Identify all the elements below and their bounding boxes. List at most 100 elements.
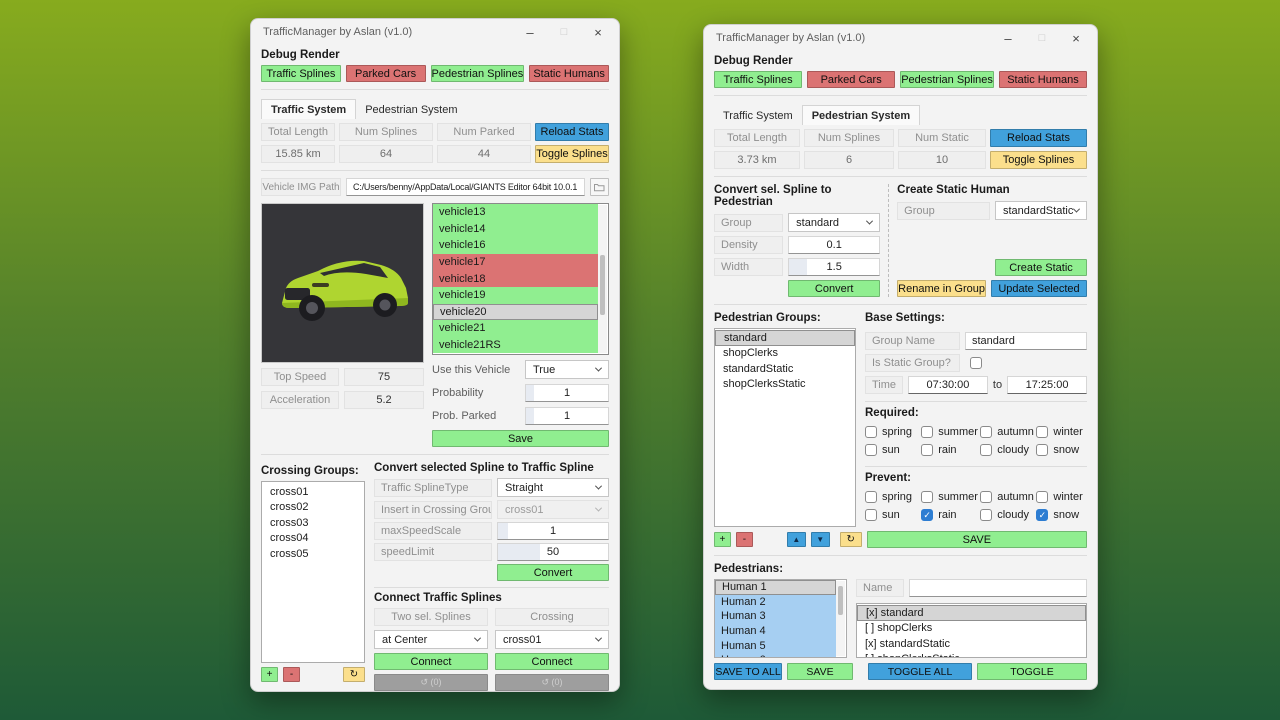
checkbox-box[interactable]: [921, 444, 933, 456]
save-vehicle-button[interactable]: Save: [432, 430, 609, 447]
pedestrian-name-field[interactable]: [909, 579, 1087, 597]
close-button[interactable]: ×: [581, 21, 615, 43]
checkbox-box[interactable]: [1036, 491, 1048, 503]
spline-type-dropdown[interactable]: Straight: [497, 478, 609, 497]
connect-crossing-dropdown[interactable]: cross01: [495, 630, 609, 649]
refresh-crossing-groups-button[interactable]: ↻: [343, 667, 365, 682]
debug-toggle-button[interactable]: Pedestrian Splines: [431, 65, 525, 82]
debug-toggle-button[interactable]: Parked Cars: [807, 71, 895, 88]
crossing-group-item[interactable]: cross03: [262, 515, 364, 531]
pedestrian-groups-listbox[interactable]: standardshopClerksstandardStaticshopCler…: [714, 328, 856, 527]
group-name-field[interactable]: standard: [965, 332, 1087, 350]
max-speed-scale-field[interactable]: 1: [497, 522, 609, 540]
pedestrian-list-item[interactable]: Human 1: [715, 580, 836, 595]
membership-item[interactable]: [ ] shopClerksStatic: [857, 652, 1086, 659]
remove-group-button[interactable]: -: [736, 532, 753, 547]
checkbox-item[interactable]: winter: [1036, 426, 1087, 438]
vehicle-list-item[interactable]: vehicle17: [433, 254, 598, 271]
maximize-button[interactable]: □: [1025, 27, 1059, 49]
refresh-groups-button[interactable]: ↻: [840, 532, 862, 547]
membership-item[interactable]: [x] standard: [857, 605, 1086, 621]
save-group-button[interactable]: SAVE: [867, 531, 1087, 548]
static-group-dropdown[interactable]: standardStatic: [995, 201, 1087, 220]
tab-pedestrian-system[interactable]: Pedestrian System: [356, 100, 466, 119]
is-static-group-checkbox[interactable]: [970, 357, 982, 369]
connect-splines-button[interactable]: Connect: [374, 653, 488, 670]
tab-traffic-system[interactable]: Traffic System: [261, 99, 356, 119]
use-vehicle-dropdown[interactable]: True: [525, 360, 609, 379]
vehicle-list-item[interactable]: vehicle21RS: [433, 337, 598, 354]
vehicle-list-item[interactable]: vehicle16: [433, 237, 598, 254]
checkbox-item[interactable]: spring: [865, 426, 921, 438]
connect-crossing-button[interactable]: Connect: [495, 653, 609, 670]
checkbox-item[interactable]: summer: [921, 426, 980, 438]
speed-limit-field[interactable]: 50: [497, 543, 609, 561]
toggle-button[interactable]: TOGGLE: [977, 663, 1087, 680]
vehicle-list-scrollbar[interactable]: [598, 205, 607, 353]
debug-toggle-button[interactable]: Traffic Splines: [714, 71, 802, 88]
vehicle-list-item[interactable]: vehicle14: [433, 221, 598, 238]
checkbox-box[interactable]: [921, 426, 933, 438]
update-selected-button[interactable]: Update Selected: [991, 280, 1087, 297]
create-static-button[interactable]: Create Static: [995, 259, 1087, 276]
checkbox-box[interactable]: [865, 509, 877, 521]
pedestrian-group-item[interactable]: standard: [715, 330, 855, 346]
vehicle-img-path-field[interactable]: C:/Users/benny/AppData/Local/GIANTS Edit…: [346, 178, 585, 196]
browse-folder-button[interactable]: [590, 178, 609, 196]
crossing-group-item[interactable]: cross02: [262, 500, 364, 516]
move-group-up-button[interactable]: ▲: [787, 532, 806, 547]
vehicle-list-item[interactable]: vehicle20: [433, 304, 598, 321]
checkbox-item[interactable]: spring: [865, 491, 921, 503]
checkbox-item[interactable]: cloudy: [980, 444, 1036, 456]
connect-mode-dropdown[interactable]: at Center: [374, 630, 488, 649]
checkbox-item[interactable]: sun: [865, 509, 921, 521]
time-from-field[interactable]: 07:30:00: [908, 376, 988, 394]
checkbox-box[interactable]: ✓: [921, 509, 933, 521]
width-field[interactable]: 1.5: [788, 258, 880, 276]
titlebar[interactable]: TrafficManager by Aslan (v1.0) – □ ×: [704, 25, 1097, 51]
add-crossing-group-button[interactable]: +: [261, 667, 278, 682]
checkbox-box[interactable]: [865, 444, 877, 456]
convert-spline-button[interactable]: Convert: [497, 564, 609, 581]
checkbox-box[interactable]: [980, 444, 992, 456]
titlebar[interactable]: TrafficManager by Aslan (v1.0) – □ ×: [251, 19, 619, 45]
tab-pedestrian-system[interactable]: Pedestrian System: [802, 105, 920, 125]
checkbox-box[interactable]: [865, 426, 877, 438]
remove-crossing-group-button[interactable]: -: [283, 667, 300, 682]
pedestrian-list-item[interactable]: Human 6: [715, 653, 836, 658]
close-button[interactable]: ×: [1059, 27, 1093, 49]
checkbox-box[interactable]: [865, 491, 877, 503]
checkbox-box[interactable]: [1036, 426, 1048, 438]
crossing-group-item[interactable]: cross05: [262, 546, 364, 562]
pedestrian-list-item[interactable]: Human 5: [715, 638, 836, 653]
density-field[interactable]: 0.1: [788, 236, 880, 254]
maximize-button[interactable]: □: [547, 21, 581, 43]
crossing-groups-listbox[interactable]: cross01cross02cross03cross04cross05: [261, 481, 365, 663]
reload-stats-button[interactable]: Reload Stats: [535, 123, 609, 141]
checkbox-item[interactable]: sun: [865, 444, 921, 456]
scrollbar-thumb[interactable]: [838, 586, 843, 615]
checkbox-item[interactable]: snow: [1036, 444, 1087, 456]
toggle-all-button[interactable]: TOGGLE ALL: [868, 663, 972, 680]
minimize-button[interactable]: –: [991, 27, 1025, 49]
save-to-all-button[interactable]: SAVE TO ALL: [714, 663, 782, 680]
debug-toggle-button[interactable]: Traffic Splines: [261, 65, 341, 82]
checkbox-box[interactable]: [1036, 444, 1048, 456]
checkbox-box[interactable]: [980, 491, 992, 503]
pedestrian-group-item[interactable]: shopClerks: [715, 346, 855, 362]
checkbox-item[interactable]: winter: [1036, 491, 1087, 503]
move-group-down-button[interactable]: ▼: [811, 532, 830, 547]
checkbox-item[interactable]: ✓snow: [1036, 509, 1087, 521]
toggle-splines-button[interactable]: Toggle Splines: [990, 151, 1087, 169]
checkbox-box[interactable]: [921, 491, 933, 503]
checkbox-box[interactable]: ✓: [1036, 509, 1048, 521]
debug-toggle-button[interactable]: Pedestrian Splines: [900, 71, 994, 88]
scrollbar-thumb[interactable]: [600, 255, 605, 314]
checkbox-item[interactable]: summer: [921, 491, 980, 503]
minimize-button[interactable]: –: [513, 21, 547, 43]
membership-item[interactable]: [ ] shopClerks: [857, 621, 1086, 637]
probability-field[interactable]: 1: [525, 384, 609, 402]
add-group-button[interactable]: +: [714, 532, 731, 547]
checkbox-item[interactable]: ✓rain: [921, 509, 980, 521]
checkbox-item[interactable]: autumn: [980, 426, 1036, 438]
